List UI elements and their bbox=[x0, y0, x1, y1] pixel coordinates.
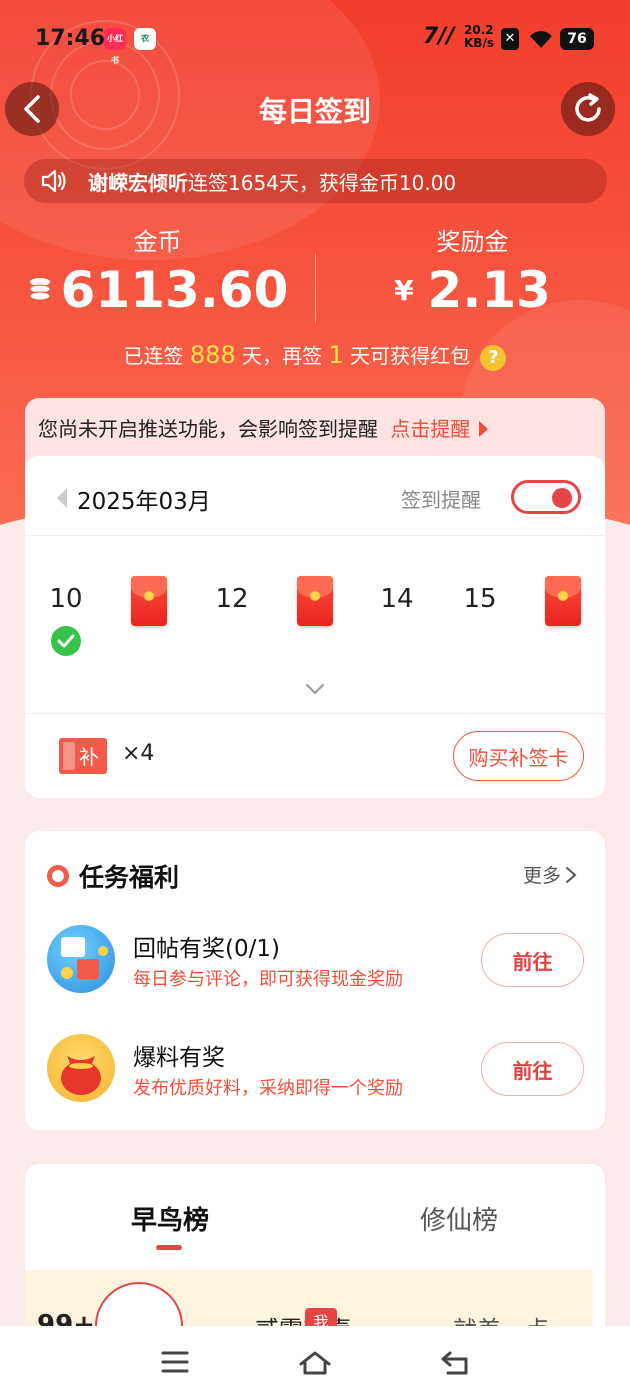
reward-balance: 奖励金 ¥ 2.13 bbox=[345, 222, 600, 319]
refresh-icon bbox=[575, 93, 601, 122]
day-14[interactable]: 14 bbox=[367, 584, 427, 614]
redpack-icon[interactable] bbox=[545, 576, 581, 626]
x-app-icon: ✕ bbox=[501, 28, 519, 50]
task-item-reply: 回帖有奖(0/1) 每日参与评论，即可获得现金奖励 前往 bbox=[47, 925, 587, 995]
menu-icon[interactable] bbox=[161, 1350, 189, 1378]
tab-indicator bbox=[156, 1245, 182, 1250]
redpack-icon[interactable] bbox=[297, 576, 333, 626]
chevron-down-icon[interactable] bbox=[305, 681, 324, 699]
sign-announcement: 谢嵘宏倾听 连签1654天，获得金币10.00 bbox=[24, 159, 607, 203]
reward-value: 2.13 bbox=[427, 261, 551, 319]
back-nav-icon[interactable] bbox=[440, 1350, 470, 1380]
balance-divider bbox=[315, 253, 316, 323]
tab-cultivation[interactable]: 修仙榜 bbox=[420, 1200, 498, 1237]
remind-toggle[interactable] bbox=[511, 480, 581, 514]
redpack-icon[interactable] bbox=[131, 576, 167, 626]
task-title: 爆料有奖 bbox=[133, 1045, 225, 1071]
status-bar: 17:46 小红书 农 7// 20.2 KB/s ✕ 76 bbox=[0, 18, 630, 65]
reward-label: 奖励金 bbox=[436, 228, 509, 256]
gold-value: 6113.60 bbox=[60, 261, 289, 319]
announcement-user: 谢嵘宏倾听 bbox=[88, 170, 188, 195]
buy-makeup-card-button[interactable]: 购买补签卡 bbox=[453, 731, 584, 781]
day-12[interactable]: 12 bbox=[202, 584, 262, 614]
remind-label: 签到提醒 bbox=[401, 488, 481, 512]
current-month: 2025年03月 bbox=[77, 489, 211, 515]
task-item-tip: 爆料有奖 发布优质好料，采纳即得一个奖励 前往 bbox=[47, 1034, 587, 1104]
bank-app-icon: 农 bbox=[134, 28, 156, 50]
task-desc: 每日参与评论，即可获得现金奖励 bbox=[133, 969, 403, 990]
currency-symbol: ¥ bbox=[394, 273, 414, 307]
speaker-icon bbox=[40, 169, 68, 193]
task-desc: 发布优质好料，采纳即得一个奖励 bbox=[133, 1078, 403, 1099]
makeup-card-count: ×4 bbox=[122, 741, 155, 766]
sign-calendar-card: 2025年03月 签到提醒 10 12 14 15 补 ×4 购买补签卡 bbox=[25, 456, 605, 798]
push-notice-text: 您尚未开启推送功能，会影响签到提醒 bbox=[38, 417, 378, 441]
refresh-button[interactable] bbox=[561, 82, 615, 136]
page-title: 每日签到 bbox=[258, 95, 371, 128]
svg-text:补: 补 bbox=[79, 745, 99, 769]
lucky-bag-icon bbox=[47, 1034, 115, 1102]
day-10[interactable]: 10 bbox=[36, 584, 96, 614]
gold-balance: 金币 6113.60 bbox=[27, 222, 288, 319]
gold-label: 金币 bbox=[133, 228, 182, 256]
day-15[interactable]: 15 bbox=[450, 584, 510, 614]
status-time: 17:46 bbox=[35, 26, 106, 51]
comment-gift-icon bbox=[47, 925, 115, 993]
task-section-title: 任务福利 bbox=[79, 863, 180, 892]
coins-icon bbox=[27, 275, 53, 305]
chevron-right-icon bbox=[566, 866, 577, 883]
network-type-icon: 7// bbox=[423, 24, 455, 49]
streak-days: 888 bbox=[189, 341, 236, 369]
tab-early-bird[interactable]: 早鸟榜 bbox=[131, 1200, 209, 1237]
help-icon[interactable]: ? bbox=[480, 344, 507, 371]
system-nav-bar bbox=[0, 1326, 630, 1400]
xiaohongshu-icon: 小红书 bbox=[104, 28, 126, 65]
home-icon[interactable] bbox=[298, 1350, 332, 1380]
go-button[interactable]: 前往 bbox=[481, 1042, 584, 1096]
section-dot-icon bbox=[47, 865, 69, 887]
week-days: 10 12 14 15 bbox=[25, 566, 605, 646]
makeup-card-icon: 补 bbox=[55, 736, 111, 780]
prev-month-icon[interactable] bbox=[57, 488, 67, 508]
task-title: 回帖有奖(0/1) bbox=[133, 936, 280, 962]
net-speed: 20.2 KB/s bbox=[464, 23, 494, 50]
battery-icon: 76 bbox=[560, 28, 594, 50]
announcement-text: 连签1654天，获得金币10.00 bbox=[188, 170, 457, 195]
go-button[interactable]: 前往 bbox=[481, 933, 584, 987]
check-icon bbox=[51, 626, 81, 656]
wifi-icon bbox=[528, 28, 554, 54]
task-welfare-card: 任务福利 更多 回帖有奖(0/1) 每日参与评论，即可获得现金奖励 前往 爆料有… bbox=[25, 831, 605, 1130]
caret-right-icon bbox=[478, 421, 488, 437]
enable-reminder-link[interactable]: 点击提醒 bbox=[390, 417, 488, 441]
task-more-link[interactable]: 更多 bbox=[523, 861, 577, 888]
remaining-days: 1 bbox=[328, 341, 344, 369]
streak-info: 已连签 888 天，再签 1 天可获得红包 ? bbox=[0, 340, 630, 371]
